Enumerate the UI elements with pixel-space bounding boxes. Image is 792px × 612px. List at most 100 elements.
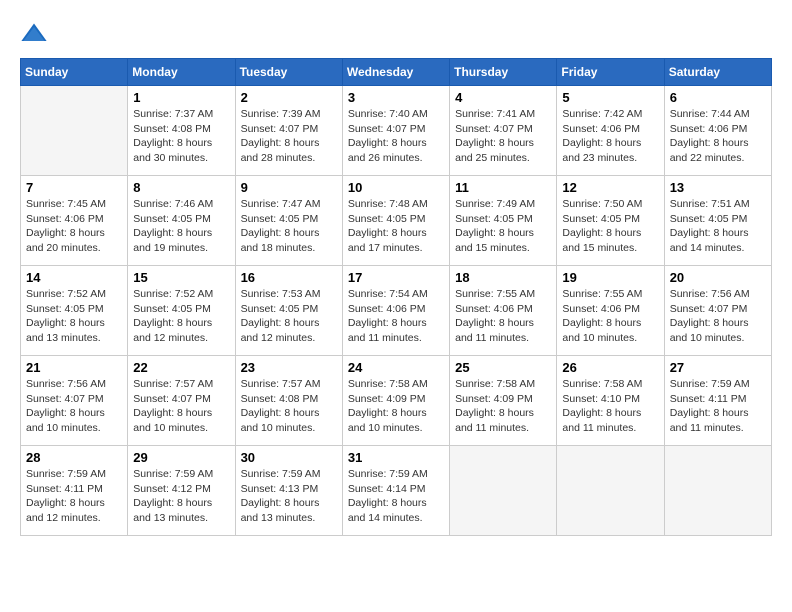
day-cell: 13 Sunrise: 7:51 AM Sunset: 4:05 PM Dayli… bbox=[664, 176, 771, 266]
day-cell: 5Sunrise: 7:42 AM Sunset: 4:06 PM Daylig… bbox=[557, 86, 664, 176]
day-info: Sunrise: 7:48 AM Sunset: 4:05 PM Dayligh… bbox=[348, 197, 444, 256]
day-info: Sunrise: 7:58 AM Sunset: 4:09 PM Dayligh… bbox=[455, 377, 551, 436]
calendar: SundayMondayTuesdayWednesdayThursdayFrid… bbox=[20, 58, 772, 536]
day-number: 9 bbox=[241, 180, 337, 195]
day-number: 18 bbox=[455, 270, 551, 285]
day-cell bbox=[450, 446, 557, 536]
day-info: Sunrise: 7:56 AM Sunset: 4:07 PM Dayligh… bbox=[26, 377, 122, 436]
day-cell bbox=[557, 446, 664, 536]
day-info: Sunrise: 7:45 AM Sunset: 4:06 PM Dayligh… bbox=[26, 197, 122, 256]
day-number: 21 bbox=[26, 360, 122, 375]
day-info: Sunrise: 7:56 AM Sunset: 4:07 PM Dayligh… bbox=[670, 287, 766, 346]
day-info: Sunrise: 7:57 AM Sunset: 4:07 PM Dayligh… bbox=[133, 377, 229, 436]
day-info: Sunrise: 7:47 AM Sunset: 4:05 PM Dayligh… bbox=[241, 197, 337, 256]
day-number: 29 bbox=[133, 450, 229, 465]
day-cell bbox=[21, 86, 128, 176]
day-cell: 12 Sunrise: 7:50 AM Sunset: 4:05 PM Dayli… bbox=[557, 176, 664, 266]
day-cell: 15 Sunrise: 7:52 AM Sunset: 4:05 PM Dayli… bbox=[128, 266, 235, 356]
day-number: 1 bbox=[133, 90, 229, 105]
weekday-header: Sunday bbox=[21, 59, 128, 86]
day-info: Sunrise: 7:50 AM Sunset: 4:05 PM Dayligh… bbox=[562, 197, 658, 256]
day-info: Sunrise: 7:52 AM Sunset: 4:05 PM Dayligh… bbox=[26, 287, 122, 346]
day-cell: 19 Sunrise: 7:55 AM Sunset: 4:06 PM Dayli… bbox=[557, 266, 664, 356]
day-info: Sunrise: 7:40 AM Sunset: 4:07 PM Dayligh… bbox=[348, 107, 444, 166]
day-number: 2 bbox=[241, 90, 337, 105]
day-cell: 7Sunrise: 7:45 AM Sunset: 4:06 PM Daylig… bbox=[21, 176, 128, 266]
weekday-header: Thursday bbox=[450, 59, 557, 86]
day-info: Sunrise: 7:52 AM Sunset: 4:05 PM Dayligh… bbox=[133, 287, 229, 346]
day-cell: 16 Sunrise: 7:53 AM Sunset: 4:05 PM Dayli… bbox=[235, 266, 342, 356]
day-cell: 10 Sunrise: 7:48 AM Sunset: 4:05 PM Dayli… bbox=[342, 176, 449, 266]
day-number: 19 bbox=[562, 270, 658, 285]
day-cell: 28 Sunrise: 7:59 AM Sunset: 4:11 PM Dayli… bbox=[21, 446, 128, 536]
day-number: 14 bbox=[26, 270, 122, 285]
day-number: 12 bbox=[562, 180, 658, 195]
day-cell: 1Sunrise: 7:37 AM Sunset: 4:08 PM Daylig… bbox=[128, 86, 235, 176]
day-number: 20 bbox=[670, 270, 766, 285]
page-header bbox=[20, 20, 772, 48]
day-cell: 18 Sunrise: 7:55 AM Sunset: 4:06 PM Dayli… bbox=[450, 266, 557, 356]
day-info: Sunrise: 7:49 AM Sunset: 4:05 PM Dayligh… bbox=[455, 197, 551, 256]
weekday-header-row: SundayMondayTuesdayWednesdayThursdayFrid… bbox=[21, 59, 772, 86]
weekday-header: Saturday bbox=[664, 59, 771, 86]
day-number: 10 bbox=[348, 180, 444, 195]
day-number: 30 bbox=[241, 450, 337, 465]
day-info: Sunrise: 7:41 AM Sunset: 4:07 PM Dayligh… bbox=[455, 107, 551, 166]
week-row: 1Sunrise: 7:37 AM Sunset: 4:08 PM Daylig… bbox=[21, 86, 772, 176]
day-cell: 3 Sunrise: 7:40 AM Sunset: 4:07 PM Daylig… bbox=[342, 86, 449, 176]
week-row: 21 Sunrise: 7:56 AM Sunset: 4:07 PM Dayli… bbox=[21, 356, 772, 446]
day-number: 3 bbox=[348, 90, 444, 105]
logo-icon bbox=[20, 20, 48, 48]
day-info: Sunrise: 7:59 AM Sunset: 4:14 PM Dayligh… bbox=[348, 467, 444, 526]
week-row: 7Sunrise: 7:45 AM Sunset: 4:06 PM Daylig… bbox=[21, 176, 772, 266]
day-cell: 25 Sunrise: 7:58 AM Sunset: 4:09 PM Dayli… bbox=[450, 356, 557, 446]
day-number: 31 bbox=[348, 450, 444, 465]
day-info: Sunrise: 7:53 AM Sunset: 4:05 PM Dayligh… bbox=[241, 287, 337, 346]
logo bbox=[20, 20, 52, 48]
day-number: 27 bbox=[670, 360, 766, 375]
day-info: Sunrise: 7:39 AM Sunset: 4:07 PM Dayligh… bbox=[241, 107, 337, 166]
day-cell: 23 Sunrise: 7:57 AM Sunset: 4:08 PM Dayli… bbox=[235, 356, 342, 446]
day-number: 8 bbox=[133, 180, 229, 195]
day-number: 17 bbox=[348, 270, 444, 285]
week-row: 14 Sunrise: 7:52 AM Sunset: 4:05 PM Dayli… bbox=[21, 266, 772, 356]
day-info: Sunrise: 7:59 AM Sunset: 4:13 PM Dayligh… bbox=[241, 467, 337, 526]
day-number: 23 bbox=[241, 360, 337, 375]
day-cell: 29 Sunrise: 7:59 AM Sunset: 4:12 PM Dayli… bbox=[128, 446, 235, 536]
day-info: Sunrise: 7:59 AM Sunset: 4:12 PM Dayligh… bbox=[133, 467, 229, 526]
day-number: 24 bbox=[348, 360, 444, 375]
day-number: 4 bbox=[455, 90, 551, 105]
weekday-header: Tuesday bbox=[235, 59, 342, 86]
day-info: Sunrise: 7:59 AM Sunset: 4:11 PM Dayligh… bbox=[670, 377, 766, 436]
weekday-header: Friday bbox=[557, 59, 664, 86]
day-number: 15 bbox=[133, 270, 229, 285]
day-number: 22 bbox=[133, 360, 229, 375]
day-info: Sunrise: 7:42 AM Sunset: 4:06 PM Dayligh… bbox=[562, 107, 658, 166]
day-cell: 8 Sunrise: 7:46 AM Sunset: 4:05 PM Daylig… bbox=[128, 176, 235, 266]
day-cell: 30 Sunrise: 7:59 AM Sunset: 4:13 PM Dayli… bbox=[235, 446, 342, 536]
day-cell: 21 Sunrise: 7:56 AM Sunset: 4:07 PM Dayli… bbox=[21, 356, 128, 446]
day-cell: 6 Sunrise: 7:44 AM Sunset: 4:06 PM Daylig… bbox=[664, 86, 771, 176]
day-info: Sunrise: 7:58 AM Sunset: 4:10 PM Dayligh… bbox=[562, 377, 658, 436]
day-number: 28 bbox=[26, 450, 122, 465]
day-number: 11 bbox=[455, 180, 551, 195]
day-cell: 27 Sunrise: 7:59 AM Sunset: 4:11 PM Dayli… bbox=[664, 356, 771, 446]
day-number: 16 bbox=[241, 270, 337, 285]
week-row: 28 Sunrise: 7:59 AM Sunset: 4:11 PM Dayli… bbox=[21, 446, 772, 536]
day-info: Sunrise: 7:59 AM Sunset: 4:11 PM Dayligh… bbox=[26, 467, 122, 526]
day-cell bbox=[664, 446, 771, 536]
day-info: Sunrise: 7:58 AM Sunset: 4:09 PM Dayligh… bbox=[348, 377, 444, 436]
day-number: 25 bbox=[455, 360, 551, 375]
day-info: Sunrise: 7:51 AM Sunset: 4:05 PM Dayligh… bbox=[670, 197, 766, 256]
day-info: Sunrise: 7:55 AM Sunset: 4:06 PM Dayligh… bbox=[562, 287, 658, 346]
day-number: 13 bbox=[670, 180, 766, 195]
day-info: Sunrise: 7:55 AM Sunset: 4:06 PM Dayligh… bbox=[455, 287, 551, 346]
weekday-header: Monday bbox=[128, 59, 235, 86]
day-info: Sunrise: 7:46 AM Sunset: 4:05 PM Dayligh… bbox=[133, 197, 229, 256]
day-cell: 2 Sunrise: 7:39 AM Sunset: 4:07 PM Daylig… bbox=[235, 86, 342, 176]
day-cell: 20 Sunrise: 7:56 AM Sunset: 4:07 PM Dayli… bbox=[664, 266, 771, 356]
day-info: Sunrise: 7:57 AM Sunset: 4:08 PM Dayligh… bbox=[241, 377, 337, 436]
day-info: Sunrise: 7:44 AM Sunset: 4:06 PM Dayligh… bbox=[670, 107, 766, 166]
day-number: 26 bbox=[562, 360, 658, 375]
day-number: 6 bbox=[670, 90, 766, 105]
